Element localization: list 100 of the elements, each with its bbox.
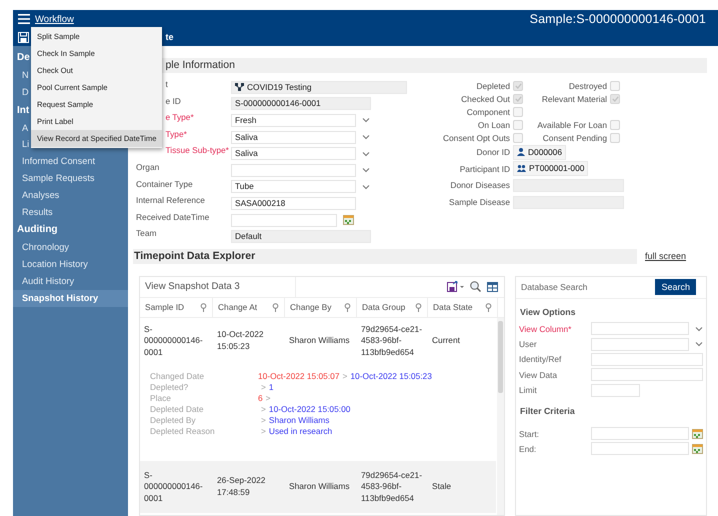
- pin-icon[interactable]: [485, 302, 492, 312]
- chevron-icon[interactable]: [362, 117, 370, 124]
- checkbox[interactable]: [610, 132, 620, 142]
- chevron-icon[interactable]: [362, 184, 370, 190]
- dropdown-field[interactable]: [591, 322, 689, 336]
- checkbox[interactable]: [513, 94, 523, 104]
- dropdown-field[interactable]: Saliva: [231, 147, 356, 160]
- column-header[interactable]: Sample ID: [140, 298, 213, 317]
- id-field[interactable]: PT000001-000: [513, 161, 588, 176]
- calendar-icon[interactable]: [343, 215, 354, 226]
- calendar-icon[interactable]: [692, 428, 703, 439]
- table-row[interactable]: S-000000000146-0001 26-Sep-2022 17:48:59 Sharon Williams 79d29654-ce21-4583-96bf-113bfb9ed654 Stale: [140, 460, 496, 513]
- toolbar-button[interactable]: te: [165, 32, 174, 42]
- save-icon[interactable]: [18, 32, 29, 42]
- sidebar-item[interactable]: Location History: [13, 256, 88, 273]
- full-screen-link[interactable]: full screen: [645, 251, 686, 262]
- checkbox[interactable]: [610, 94, 620, 104]
- dropdown-field[interactable]: Fresh: [231, 114, 356, 127]
- field-label: Tissue Sub-type*: [165, 145, 229, 156]
- pin-icon[interactable]: [415, 302, 422, 312]
- pin-icon[interactable]: [200, 302, 207, 312]
- checkbox-label: Available For Loan: [537, 120, 607, 130]
- checkbox[interactable]: [610, 80, 620, 90]
- input-field[interactable]: [591, 352, 703, 366]
- dropdown-field[interactable]: [591, 338, 689, 351]
- sidebar-item[interactable]: A: [13, 120, 28, 136]
- field-label: Donor ID: [476, 147, 510, 158]
- field-label: Limit: [519, 385, 538, 396]
- checkbox-label: Depleted: [476, 80, 510, 90]
- column-header[interactable]: Change At: [213, 298, 285, 317]
- detail-label: Depleted By: [150, 414, 197, 426]
- field-label: e Type*: [165, 112, 194, 122]
- sidebar-item[interactable]: Snapshot History: [13, 290, 128, 307]
- checkbox[interactable]: [513, 132, 523, 142]
- field-label: e ID: [165, 96, 181, 106]
- zoom-icon[interactable]: [470, 281, 481, 292]
- table-row[interactable]: S-000000000146-0001 10-Oct-2022 15:05:23 Sharon Williams 79d29654-ce21-4583-96bf-113bfb9ed654 Current: [140, 318, 496, 364]
- project-field[interactable]: COVID19 Testing: [231, 80, 407, 94]
- new-value: Used in research: [268, 426, 332, 436]
- change-marker: >: [261, 426, 266, 436]
- checkbox-label: Relevant Material: [542, 94, 607, 104]
- checkbox[interactable]: [610, 120, 620, 130]
- sidebar-item[interactable]: N: [13, 67, 29, 84]
- field-label: Type*: [165, 128, 187, 139]
- field-label: View Column*: [519, 324, 572, 334]
- checkmark-icon: [612, 96, 618, 102]
- field-label: View Data: [519, 370, 558, 380]
- id-field[interactable]: D000006: [513, 144, 566, 160]
- sidebar-item[interactable]: D: [13, 84, 29, 101]
- sidebar-item[interactable]: Audit History: [13, 272, 74, 290]
- table-cell-text: 26-Sep-2022 17:48:59: [216, 475, 266, 498]
- pin-icon[interactable]: [272, 302, 279, 312]
- checkbox[interactable]: [513, 120, 523, 130]
- sidebar-item[interactable]: Analyses: [13, 186, 60, 204]
- chevron-icon[interactable]: [362, 167, 370, 174]
- input-field[interactable]: [591, 384, 640, 397]
- checkbox-label: On Loan: [478, 120, 510, 130]
- chevron-icon[interactable]: [362, 134, 370, 140]
- table-cell-text: Sharon Williams: [288, 481, 351, 493]
- search-field[interactable]: Database Search: [516, 281, 656, 294]
- date-field[interactable]: [591, 427, 689, 440]
- sidebar-item[interactable]: Li: [13, 136, 30, 154]
- column-header[interactable]: Data State: [428, 298, 498, 317]
- date-field[interactable]: [591, 442, 689, 456]
- checkbox-label: Checked Out: [461, 94, 510, 104]
- pin-icon[interactable]: [344, 302, 351, 312]
- chevron-icon[interactable]: [695, 326, 703, 332]
- sidebar-item[interactable]: Sample Requests: [13, 170, 95, 187]
- sidebar-heading: Auditing: [16, 223, 58, 238]
- export-icon[interactable]: [447, 281, 464, 292]
- layout-icon[interactable]: [487, 282, 498, 292]
- chevron-icon[interactable]: [695, 341, 703, 348]
- input-field[interactable]: SASA000218: [231, 196, 356, 210]
- field-label: Participant ID: [460, 164, 510, 174]
- search-button[interactable]: Search: [655, 279, 696, 296]
- dropdown-field[interactable]: Tube: [231, 180, 356, 194]
- sidebar-item[interactable]: Chronology: [13, 239, 69, 256]
- checkbox[interactable]: [513, 106, 523, 116]
- input-field[interactable]: [591, 368, 703, 382]
- dropdown-field[interactable]: [231, 164, 356, 177]
- workflow-menu-button[interactable]: Workflow: [35, 14, 74, 24]
- detail-label: Depleted Reason: [150, 426, 216, 437]
- section-title: ple Information: [165, 58, 235, 73]
- scrollbar-thumb[interactable]: [498, 320, 503, 393]
- column-header[interactable]: Change By: [285, 298, 357, 317]
- checkbox[interactable]: [513, 80, 523, 90]
- column-header[interactable]: Data Group: [357, 298, 428, 317]
- detail-label: Place: [150, 392, 172, 404]
- sidebar-item[interactable]: Results: [13, 204, 53, 220]
- old-value: 6: [258, 392, 263, 403]
- scrollbar[interactable]: [497, 318, 504, 515]
- field-label: t: [165, 79, 168, 89]
- calendar-icon[interactable]: [692, 444, 703, 454]
- field-label: Organ: [136, 162, 160, 172]
- menu-icon[interactable]: [18, 14, 30, 24]
- chevron-icon[interactable]: [362, 150, 370, 157]
- date-field[interactable]: [231, 214, 337, 227]
- field-label: User: [519, 339, 538, 350]
- sidebar-item[interactable]: Informed Consent: [13, 153, 96, 170]
- dropdown-field[interactable]: Saliva: [231, 130, 356, 144]
